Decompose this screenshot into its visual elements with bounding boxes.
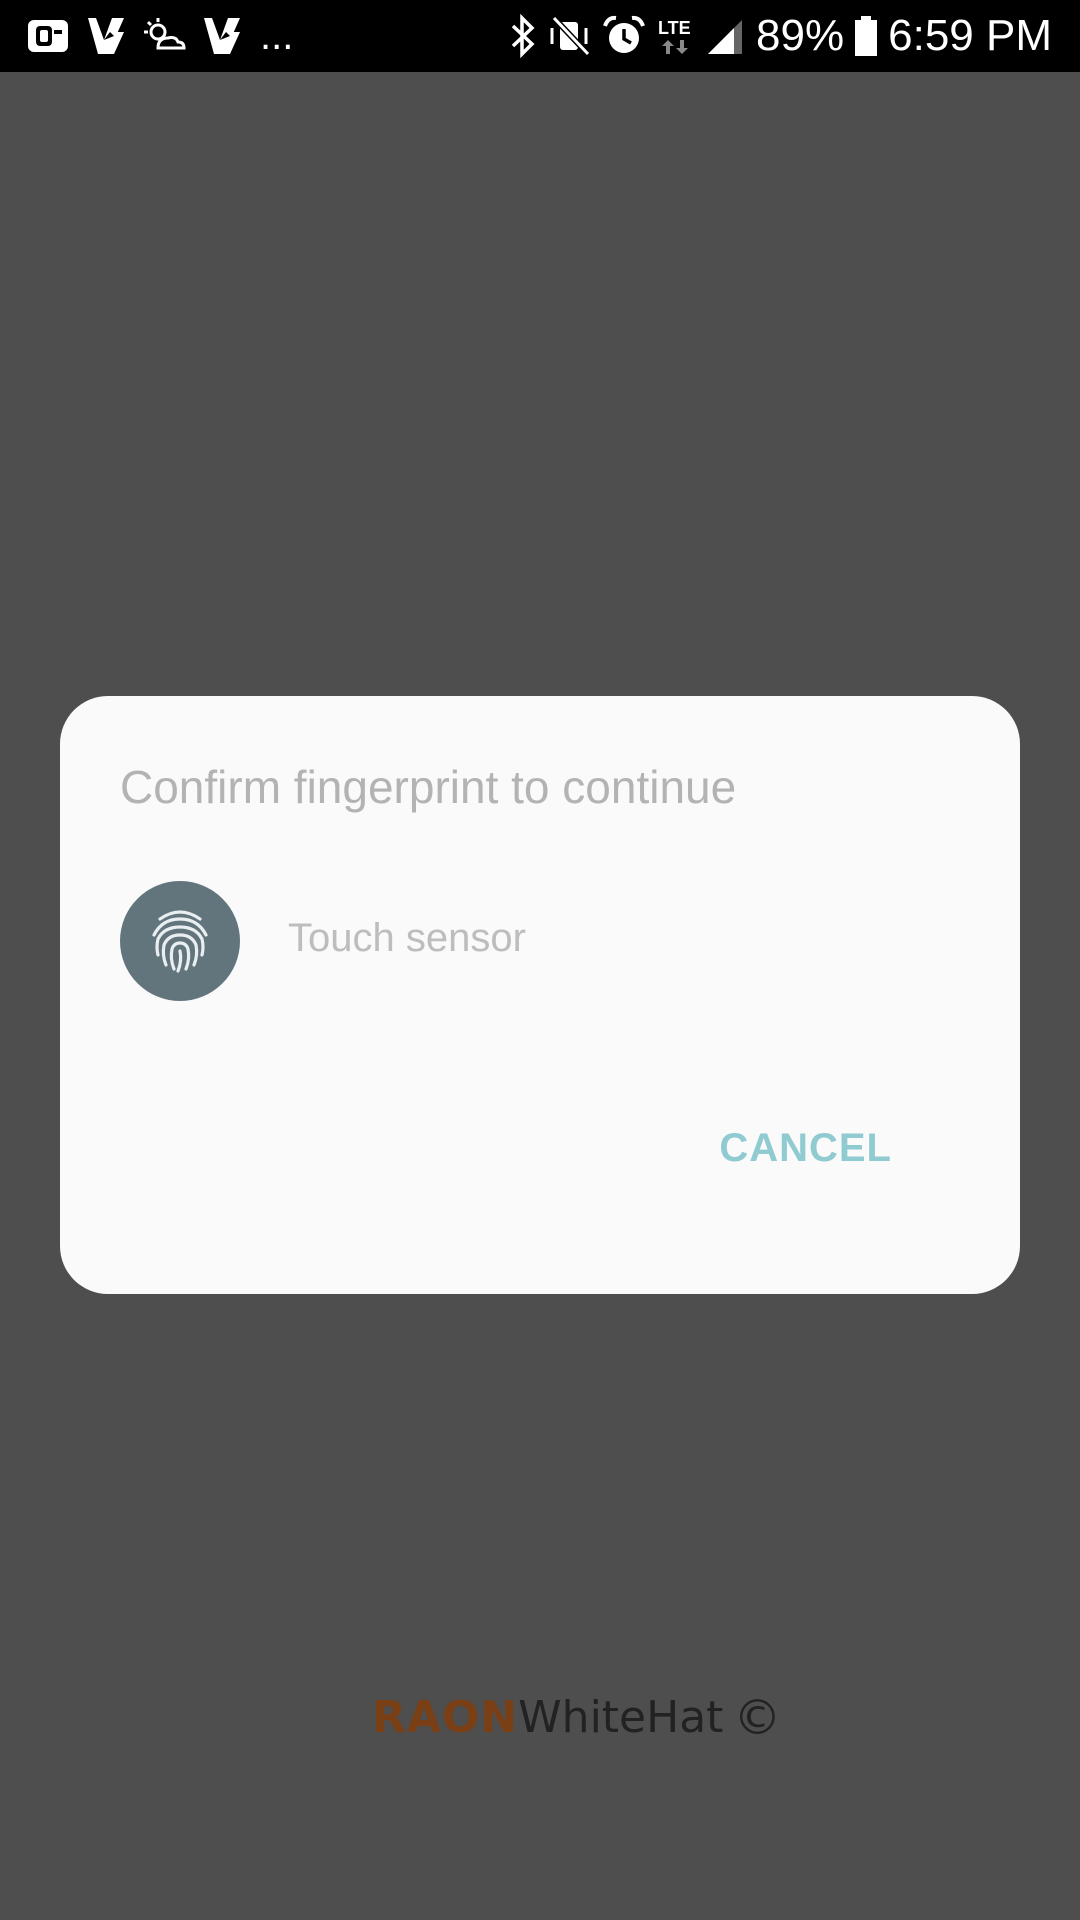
fingerprint-badge	[120, 881, 240, 1001]
lte-icon: LTE	[656, 14, 696, 58]
screen: ... LTE 89% 6:59 PM Confirm fingerprint …	[0, 0, 1080, 1920]
touch-sensor-label: Touch sensor	[288, 916, 526, 960]
copyright-icon: ©	[733, 1690, 782, 1746]
fingerprint-icon	[152, 910, 208, 973]
logo-raon-text: RAON	[372, 1692, 519, 1743]
cancel-button[interactable]: CANCEL	[715, 1122, 896, 1175]
voicemail-icon	[84, 14, 128, 58]
battery-icon	[854, 14, 878, 58]
status-bar: ... LTE 89% 6:59 PM	[0, 0, 1080, 72]
battery-percent: 89%	[756, 11, 845, 60]
svg-text:LTE: LTE	[658, 18, 691, 38]
bluetooth-icon	[508, 14, 538, 58]
outlook-icon	[26, 16, 70, 56]
notification-icons: ...	[26, 12, 293, 60]
alarm-icon	[602, 14, 646, 58]
weather-icon	[142, 16, 186, 56]
clock: 6:59 PM	[888, 11, 1052, 60]
vibrate-icon	[548, 14, 592, 58]
logo-whitehat-text: WhiteHat	[518, 1692, 724, 1743]
signal-icon	[706, 14, 746, 58]
fingerprint-dialog: Confirm fingerprint to continue Touch se…	[60, 696, 1020, 1294]
system-icons: LTE 89% 6:59 PM	[508, 10, 1052, 62]
raon-whitehat-logo: RAON WhiteHat ©	[372, 1688, 781, 1748]
dialog-title: Confirm fingerprint to continue	[120, 761, 737, 813]
more-dots-icon: ...	[260, 14, 294, 58]
voicemail-icon	[200, 14, 244, 58]
